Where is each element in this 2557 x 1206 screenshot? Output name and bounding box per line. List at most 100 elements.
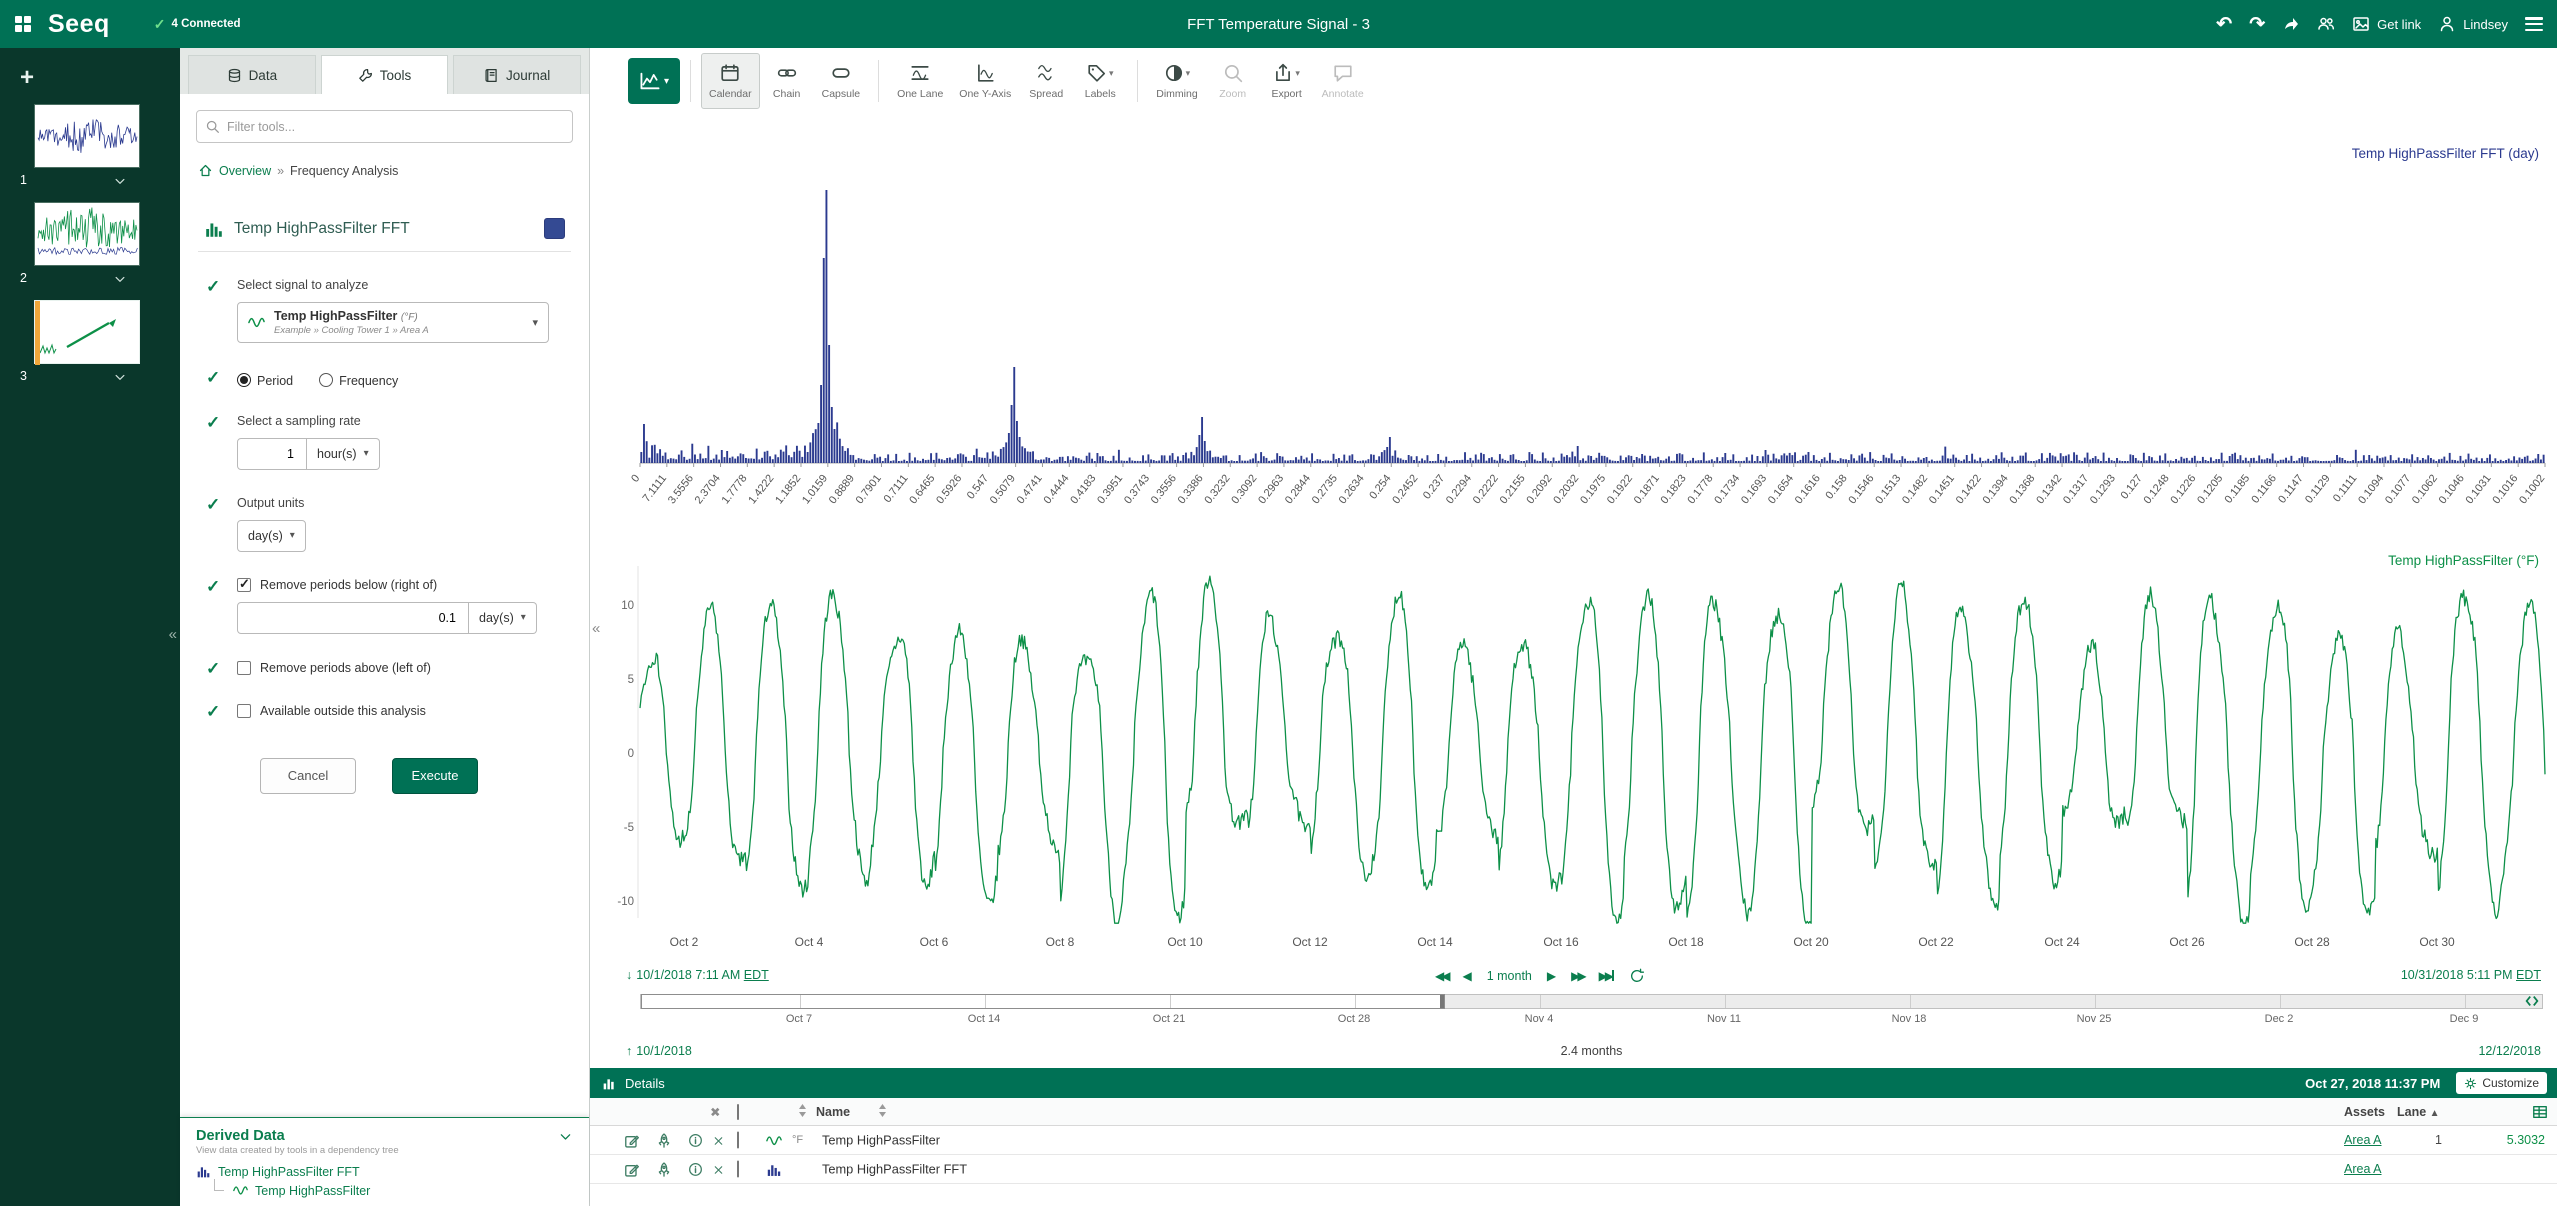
output-unit-dropdown[interactable]: day(s)▾: [237, 520, 306, 552]
timeline-selected-region[interactable]: [641, 994, 1445, 1009]
signal-color-swatch[interactable]: [544, 218, 565, 239]
chevron-down-icon[interactable]: [558, 1129, 573, 1144]
item-name[interactable]: Temp HighPassFilter: [822, 1133, 940, 1148]
toolbar-button-annotate[interactable]: Annotate: [1314, 53, 1372, 109]
item-name[interactable]: Temp HighPassFilter FFT: [822, 1162, 967, 1177]
remove-item-button[interactable]: [712, 1161, 725, 1176]
row-checkbox[interactable]: [737, 1133, 739, 1148]
details-row-temp-highpassfilter[interactable]: °F Temp HighPassFilter Area A 1 5.3032: [590, 1126, 2557, 1155]
table-grid-icon[interactable]: [2532, 1104, 2548, 1120]
worksheet-item-2[interactable]: 2: [0, 202, 180, 288]
image-icon[interactable]: [2352, 15, 2370, 33]
item-asset-link[interactable]: Area A: [2344, 1162, 2382, 1176]
step-back-icon[interactable]: ◀: [1462, 969, 1471, 983]
remove-below-input[interactable]: [237, 602, 469, 634]
tab-journal[interactable]: Journal: [453, 55, 581, 94]
assets-column-header[interactable]: Assets: [2344, 1105, 2385, 1119]
tab-tools[interactable]: Tools: [321, 55, 449, 94]
radio-period[interactable]: Period: [237, 373, 293, 388]
range-start[interactable]: ↓10/1/2018 7:11 AM EDT: [626, 968, 769, 982]
sort-icon[interactable]: [878, 1104, 887, 1120]
name-column-header[interactable]: Name: [816, 1105, 850, 1119]
chevron-down-icon[interactable]: [113, 172, 127, 188]
seeq-logo[interactable]: Seeq: [48, 10, 110, 39]
toolbar-button-one-lane[interactable]: One Lane: [889, 53, 951, 109]
skip-forward-icon[interactable]: ▶▶: [1571, 969, 1583, 983]
details-row-temp-highpassfilter-fft[interactable]: Temp HighPassFilter FFT Area A: [590, 1155, 2557, 1184]
get-link-button[interactable]: Get link: [2377, 17, 2421, 32]
share-forward-icon[interactable]: [2282, 15, 2300, 33]
toolbar-button-spread[interactable]: Spread: [1019, 53, 1073, 109]
tab-data[interactable]: Data: [188, 55, 316, 94]
cancel-button[interactable]: Cancel: [260, 758, 356, 794]
connection-status[interactable]: ✓ 4 Connected: [154, 16, 241, 33]
edit-properties-button[interactable]: [624, 1161, 640, 1178]
execute-button[interactable]: Execute: [392, 758, 478, 794]
sampling-unit-dropdown[interactable]: hour(s)▾: [307, 438, 380, 470]
new-worksheet-button[interactable]: +: [14, 64, 40, 92]
toolbar-button-one-y-axis[interactable]: One Y-Axis: [951, 53, 1019, 109]
range-end[interactable]: 10/31/2018 5:11 PM EDT: [2401, 968, 2541, 982]
timeline-zoom-icon[interactable]: [2524, 993, 2540, 1009]
trend-view-button[interactable]: ▾: [628, 58, 680, 104]
users-icon[interactable]: [2317, 15, 2335, 33]
select-all-checkbox[interactable]: [737, 1105, 739, 1119]
worksheet-item-3[interactable]: 3: [0, 300, 180, 386]
sampling-rate-input[interactable]: [237, 438, 307, 470]
chevron-down-icon[interactable]: [113, 270, 127, 286]
row-checkbox[interactable]: [737, 1162, 739, 1177]
checkbox-checked-icon[interactable]: [237, 578, 251, 592]
item-info-button[interactable]: [688, 1132, 703, 1148]
refresh-icon[interactable]: [1629, 968, 1645, 984]
rocket-button[interactable]: [656, 1161, 672, 1178]
derived-item-link[interactable]: Temp HighPassFilter FFT: [218, 1165, 360, 1179]
remove-below-checkbox-row[interactable]: Remove periods below (right of): [237, 578, 589, 592]
user-icon[interactable]: [2438, 15, 2456, 33]
available-outside-checkbox-row[interactable]: Available outside this analysis: [237, 703, 589, 720]
chevron-down-icon[interactable]: [113, 368, 127, 384]
signal-select-dropdown[interactable]: Temp HighPassFilter (°F) Example » Cooli…: [237, 302, 549, 343]
skip-back-icon[interactable]: ◀◀: [1435, 969, 1447, 983]
worksheet-item-1[interactable]: 1: [0, 104, 180, 190]
filter-tools-input[interactable]: [196, 110, 573, 143]
duration-label[interactable]: 1 month: [1487, 969, 1532, 983]
user-name[interactable]: Lindsey: [2463, 17, 2508, 32]
checkbox-icon[interactable]: [237, 704, 251, 718]
edit-properties-button[interactable]: [624, 1132, 640, 1149]
remove-below-unit-dropdown[interactable]: day(s)▾: [469, 602, 537, 634]
undo-icon[interactable]: ↶: [2216, 15, 2232, 34]
derived-item-link[interactable]: Temp HighPassFilter: [255, 1184, 370, 1198]
remove-item-button[interactable]: [712, 1132, 725, 1147]
trend-chart[interactable]: 1050-5-10Oct 2Oct 4Oct 6Oct 8Oct 10Oct 1…: [590, 526, 2557, 966]
toolbar-button-labels[interactable]: ▾ Labels: [1073, 53, 1127, 109]
investigate-end[interactable]: 12/12/2018: [2478, 1044, 2541, 1058]
breadcrumb-overview-link[interactable]: Overview: [219, 164, 271, 178]
checkbox-icon[interactable]: [237, 661, 251, 675]
toolbar-button-calendar[interactable]: Calendar: [701, 53, 760, 109]
toolbar-button-capsule[interactable]: Capsule: [814, 53, 869, 109]
worksheet-thumbnail[interactable]: [34, 300, 140, 364]
toolbar-button-export[interactable]: ▾ Export: [1260, 53, 1314, 109]
fft-chart[interactable]: 07.11113.55562.37041.77781.42221.18521.0…: [590, 106, 2557, 524]
customize-button[interactable]: Customize: [2456, 1072, 2547, 1094]
toolbar-button-dimming[interactable]: ▾ Dimming: [1148, 53, 1205, 109]
redo-icon[interactable]: ↷: [2249, 15, 2265, 34]
radio-frequency[interactable]: Frequency: [319, 373, 398, 388]
hamburger-menu-icon[interactable]: [2525, 17, 2543, 31]
lane-column-header[interactable]: Lane ▲: [2397, 1105, 2440, 1119]
sort-icon[interactable]: [798, 1104, 807, 1120]
timeline-track[interactable]: [640, 994, 2543, 1009]
item-asset-link[interactable]: Area A: [2344, 1133, 2382, 1147]
worksheet-thumbnail[interactable]: [34, 202, 140, 266]
step-forward-icon[interactable]: ▶: [1547, 969, 1556, 983]
toolbar-button-zoom[interactable]: Zoom: [1206, 53, 1260, 109]
worksheet-thumbnail[interactable]: [34, 104, 140, 168]
jump-to-end-icon[interactable]: ▶▶: [1599, 969, 1614, 983]
collapse-tools-panel-icon[interactable]: «: [592, 620, 600, 637]
collapse-worksheets-icon[interactable]: «: [169, 626, 177, 643]
rocket-button[interactable]: [656, 1132, 672, 1149]
app-grid-icon[interactable]: [14, 15, 32, 33]
remove-above-checkbox-row[interactable]: Remove periods above (left of): [237, 660, 589, 677]
toolbar-button-chain[interactable]: Chain: [760, 53, 814, 109]
item-info-button[interactable]: [688, 1161, 703, 1177]
